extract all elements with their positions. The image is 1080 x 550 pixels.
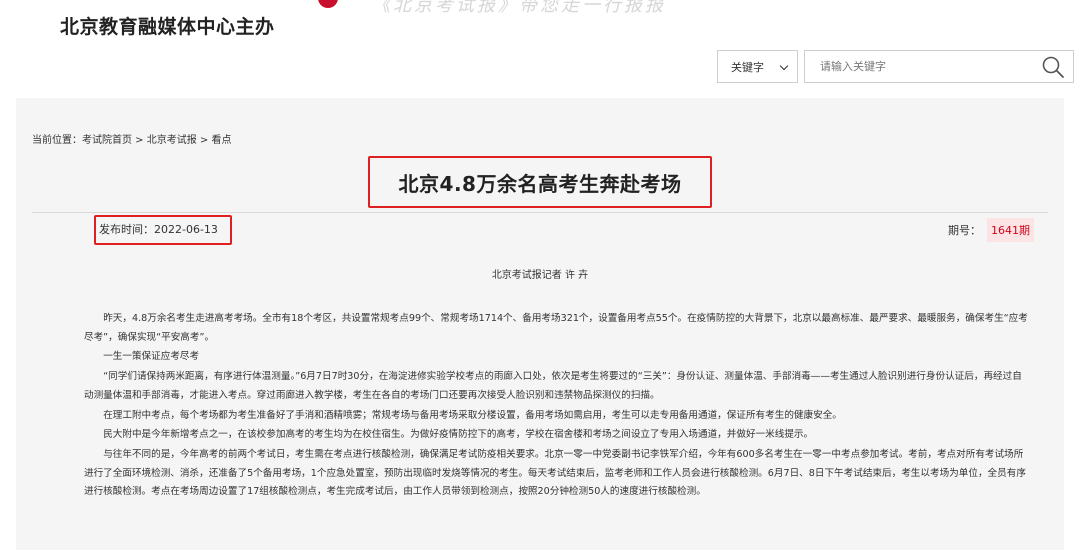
issue-label: 期号： bbox=[948, 224, 981, 237]
publish-date-value: 2022-06-13 bbox=[154, 223, 218, 236]
article-body: 昨天，4.8万余名考生走进高考考场。全市有18个考区，共设置常规考点99个、常规… bbox=[84, 310, 1028, 503]
header-slogan: 《北京考试报》带您走一行报报 bbox=[372, 0, 666, 16]
breadcrumb-separator: > bbox=[196, 135, 212, 146]
search-button[interactable] bbox=[1040, 54, 1066, 80]
search-type-value: 关键字 bbox=[731, 60, 764, 74]
article-subheading: 一生一策保证应考尽考 bbox=[103, 351, 200, 363]
search-type-select[interactable]: 关键字 bbox=[717, 50, 798, 83]
breadcrumb: 当前位置：考试院首页 > 北京考试报 > 看点 bbox=[32, 131, 232, 146]
article-paragraph: “同学们请保持两米距离，有序进行体温测量。”6月7日7时30分，在海淀进修实验学… bbox=[84, 371, 1022, 401]
breadcrumb-separator: > bbox=[132, 135, 147, 146]
article-paragraph: 昨天，4.8万余名考生走进高考考场。全市有18个考区，共设置常规考点99个、常规… bbox=[84, 313, 1028, 343]
issue-info: 期号： 1641期 bbox=[948, 218, 1034, 242]
search-input[interactable] bbox=[804, 50, 1074, 83]
org-title: 北京教育融媒体中心主办 bbox=[60, 16, 275, 38]
logo-mark bbox=[318, 0, 338, 8]
article-byline: 北京考试报记者 许 卉 bbox=[491, 270, 589, 281]
article-paragraph: 在理工附中考点，每个考场都为考生准备好了手消和酒精喷雾；常规考场与备用考场采取分… bbox=[103, 409, 842, 421]
publish-date: 发布时间：2022-06-13 bbox=[99, 221, 218, 237]
publish-date-label: 发布时间： bbox=[99, 223, 154, 236]
article-paragraph: 与往年不同的是，今年高考的前两个考试日，考生需在考点进行核酸检测，确保满足考试防… bbox=[84, 448, 1026, 498]
breadcrumb-prefix: 当前位置： bbox=[32, 135, 82, 146]
title-highlight-box: 北京4.8万余名高考生奔赴考场 bbox=[368, 156, 712, 208]
issue-badge: 1641期 bbox=[987, 218, 1034, 242]
site-header: 《北京考试报》带您走一行报报 北京教育融媒体中心主办 关键字 bbox=[0, 0, 1080, 96]
article-title: 北京4.8万余名高考生奔赴考场 bbox=[398, 171, 682, 196]
breadcrumb-newspaper-link[interactable]: 北京考试报 bbox=[147, 135, 197, 146]
breadcrumb-current: 看点 bbox=[211, 135, 232, 146]
chevron-down-icon bbox=[779, 61, 789, 71]
breadcrumb-home-link[interactable]: 考试院首页 bbox=[82, 135, 132, 146]
article-paragraph: 民大附中是今年新增考点之一，在该校参加高考的考生均为在校住宿生。为做好疫情防控下… bbox=[103, 429, 814, 441]
title-divider bbox=[32, 212, 1048, 213]
search-icon bbox=[1042, 56, 1064, 78]
